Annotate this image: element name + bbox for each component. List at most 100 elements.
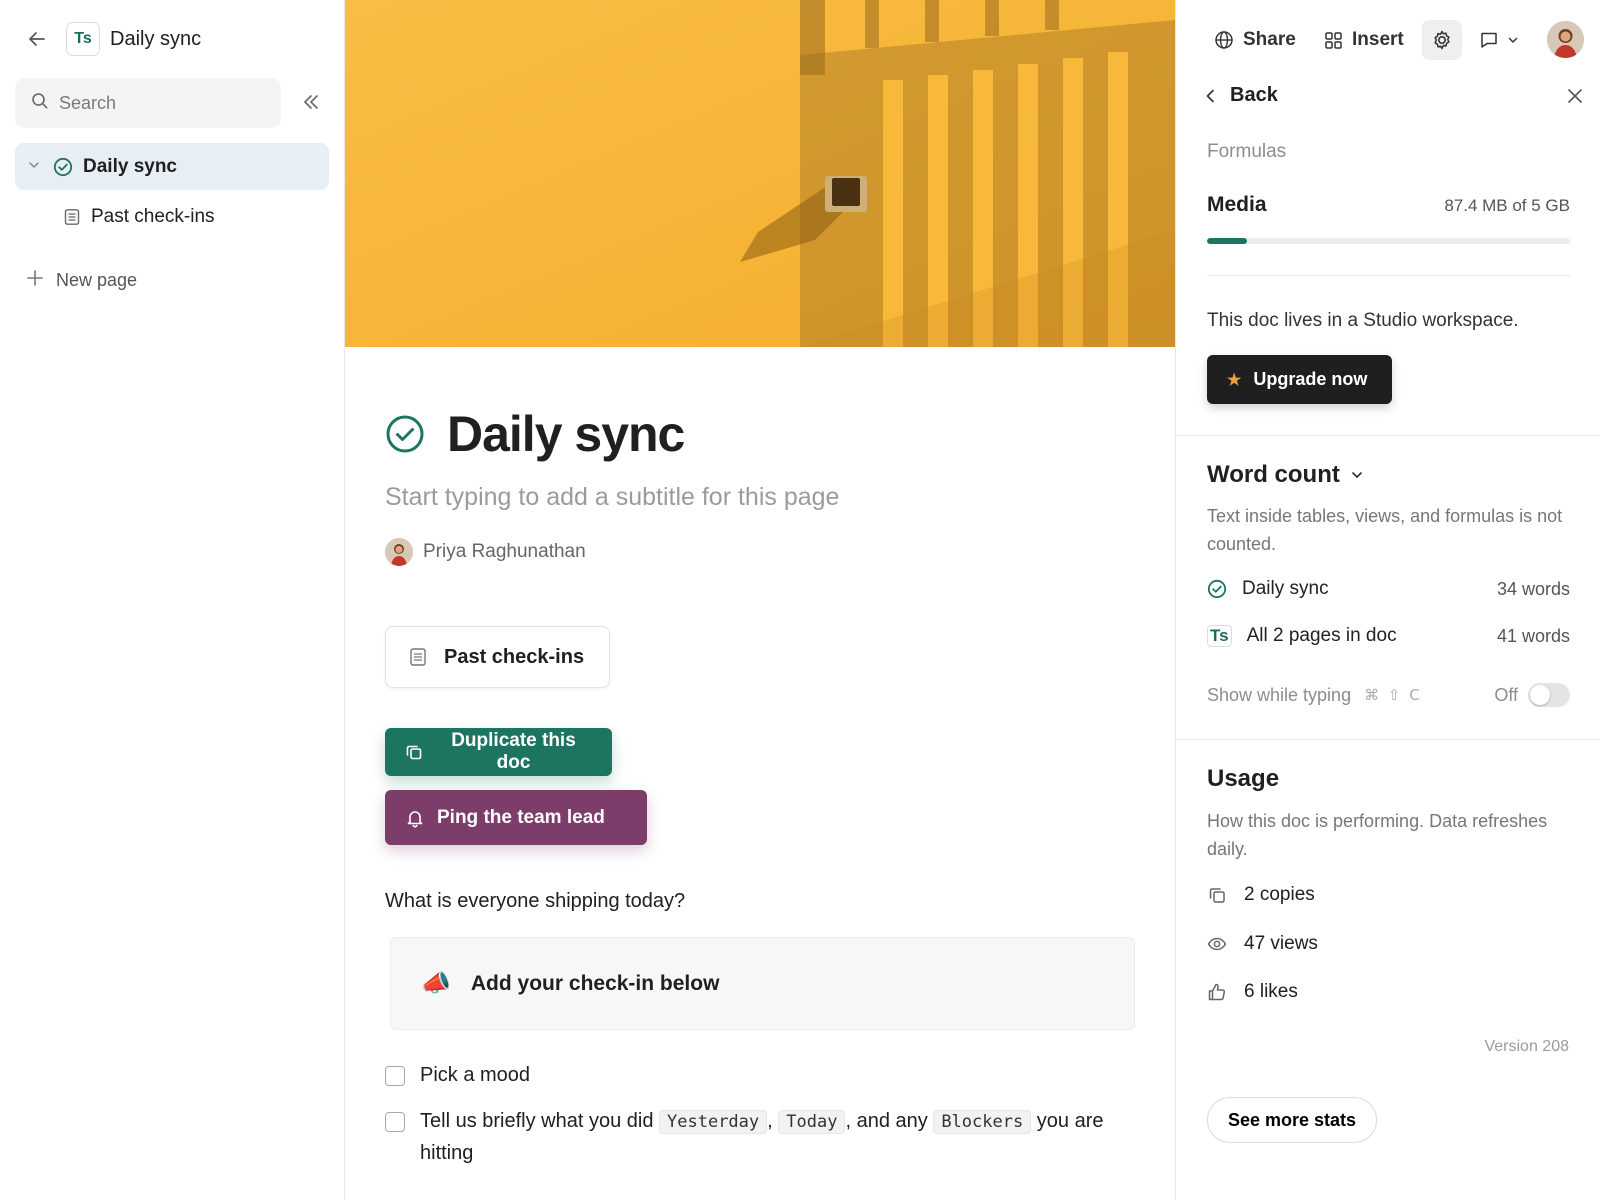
page-heading: Daily sync [385,405,685,463]
doc-title[interactable]: Daily sync [110,28,201,51]
chevron-down-icon [1507,34,1519,46]
sidebar-item-daily-sync[interactable]: Daily sync [15,143,329,190]
inline-code: Today [778,1110,846,1134]
chevron-down-icon[interactable] [27,156,41,178]
subtitle-placeholder[interactable]: Start typing to add a subtitle for this … [385,483,839,512]
version-label: Version 208 [1484,1038,1569,1055]
ping-team-lead-label: Ping the team lead [437,806,605,828]
word-count-heading[interactable]: Word count [1207,461,1364,489]
sidebar: Ts Daily sync Daily sync Past check-ins … [0,0,345,1200]
star-icon: ★ [1227,371,1242,389]
subpage-card-label: Past check-ins [444,645,585,668]
page-icon [408,647,428,667]
sidebar-item-past-check-ins[interactable]: Past check-ins [15,193,329,240]
todo-text-part: , and any [845,1110,928,1132]
back-label: Back [1230,84,1278,106]
user-avatar[interactable] [1547,21,1584,58]
todo-text[interactable]: Tell us briefly what you did Yesterday , … [420,1106,1140,1169]
main-canvas: Daily sync Start typing to add a subtitl… [345,0,1175,1200]
show-while-typing-label: Show while typing [1207,684,1352,705]
question-text[interactable]: What is everyone shipping today? [385,890,685,913]
copy-icon [1207,885,1227,905]
new-page-button[interactable]: New page [26,269,137,292]
avatar[interactable] [385,538,413,566]
doc-badge: Ts [1207,625,1232,647]
settings-panel: Share Insert Back Formulas Media 87.4 MB… [1175,0,1600,1200]
duplicate-doc-button[interactable]: Duplicate this doc [385,728,612,776]
todo-text-part: Tell us briefly what you did [420,1110,654,1132]
share-label: Share [1243,29,1296,50]
eye-icon [1207,934,1227,954]
author-name: Priya Raghunathan [423,541,586,562]
globe-icon [1214,30,1234,50]
todo-text[interactable]: Pick a mood [420,1060,1140,1091]
usage-description: How this doc is performing. Data refresh… [1207,811,1548,859]
callout-text: Add your check-in below [470,971,720,995]
bell-icon [405,808,425,828]
gear-icon[interactable] [1422,20,1462,60]
media-progress-fill [1207,238,1247,244]
workspace-text: This doc lives in a Studio workspace. [1207,310,1519,331]
chevron-down-icon [1350,468,1364,482]
word-count-row-page: Daily sync 34 words [1207,578,1570,600]
usage-copies-label: 2 copies [1244,884,1315,905]
show-while-typing-row: Show while typing ⌘ ⇧ C Off [1207,683,1570,707]
collapse-sidebar-icon[interactable] [296,87,326,117]
upgrade-button[interactable]: ★ Upgrade now [1207,355,1392,404]
usage-likes: 6 likes [1207,981,1298,1003]
search-input[interactable] [59,92,259,114]
subpage-card-past-check-ins[interactable]: Past check-ins [385,626,610,688]
panel-nav: Back [1204,84,1584,107]
close-icon[interactable] [1566,87,1584,105]
media-usage: Media 87.4 MB of 5 GB [1207,193,1570,217]
page-icon [63,208,81,226]
copy-icon [405,743,423,761]
new-page-label: New page [56,270,138,290]
upgrade-label: Upgrade now [1253,369,1368,389]
sidebar-item-label: Daily sync [83,155,177,177]
cover-image[interactable] [345,0,1175,347]
sidebar-header: Ts Daily sync [22,20,201,58]
plus-icon [26,269,44,292]
word-count-row-label: Daily sync [1242,578,1329,599]
media-value: 87.4 MB of 5 GB [1444,196,1570,215]
thumbs-up-icon [1207,982,1227,1002]
formulas-label[interactable]: Formulas [1207,141,1286,163]
back-button[interactable]: Back [1204,84,1278,107]
share-button[interactable]: Share [1214,20,1296,60]
todo-item: Tell us briefly what you did Yesterday , … [385,1106,1140,1169]
word-count-row-doc: Ts All 2 pages in doc 41 words [1207,625,1570,647]
usage-heading: Usage [1207,765,1279,793]
see-more-stats-button[interactable]: See more stats [1207,1097,1377,1143]
word-count-row-value: 41 words [1496,625,1570,646]
ping-team-lead-button[interactable]: Ping the team lead [385,790,647,845]
callout-block[interactable]: 📣 Add your check-in below [390,937,1135,1030]
divider [1176,435,1600,436]
word-count-title: Word count [1207,461,1340,488]
toggle-knob [1530,685,1550,705]
search-box[interactable] [15,78,281,128]
insert-button[interactable]: Insert [1324,20,1404,60]
check-circle-icon[interactable] [385,414,425,454]
usage-likes-label: 6 likes [1244,981,1298,1002]
search-icon [31,92,49,115]
todo-text-part: , [767,1110,773,1132]
divider [1176,739,1600,740]
sidebar-item-label: Past check-ins [91,205,215,227]
keyboard-shortcut: ⌘ ⇧ C [1364,686,1422,704]
doc-badge: Ts [66,22,100,56]
page-title[interactable]: Daily sync [447,405,685,463]
inline-code: Blockers [933,1110,1032,1134]
todo-checkbox[interactable] [385,1066,405,1086]
divider [1207,275,1570,276]
usage-copies: 2 copies [1207,884,1315,906]
usage-views: 47 views [1207,933,1318,955]
back-arrow-icon[interactable] [22,24,52,54]
check-circle-icon [1207,579,1227,599]
comments-button[interactable] [1479,20,1519,60]
show-while-typing-toggle[interactable] [1528,683,1570,707]
comment-icon [1479,30,1499,50]
todo-item: Pick a mood [385,1060,1140,1091]
todo-checkbox[interactable] [385,1112,405,1132]
author: Priya Raghunathan [385,538,586,566]
